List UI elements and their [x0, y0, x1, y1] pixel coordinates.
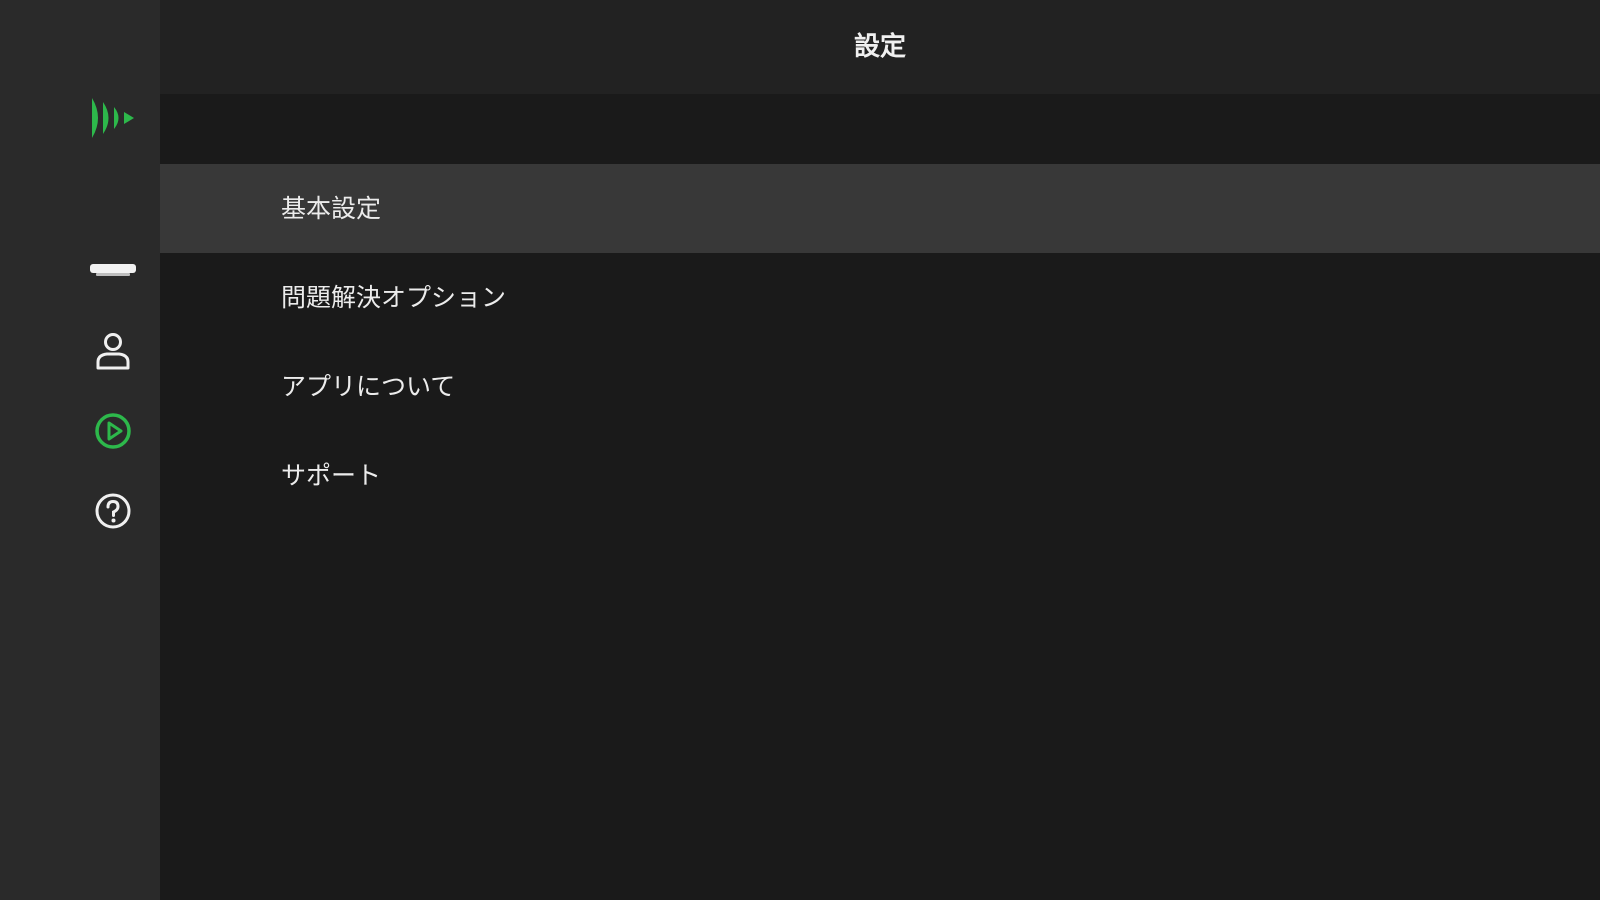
settings-menu: 基本設定 問題解決オプション アプリについて サポート	[160, 164, 1600, 520]
app-window: 設定 基本設定 問題解決オプション アプリについて サポート	[0, 0, 1600, 900]
top-bar: 設定	[160, 0, 1600, 94]
header-spacer	[160, 94, 1600, 164]
menu-item-troubleshooting-options[interactable]: 問題解決オプション	[160, 253, 1600, 342]
play-circle-icon[interactable]	[88, 406, 138, 456]
app-logo-icon	[90, 96, 138, 140]
menu-item-basic-settings[interactable]: 基本設定	[160, 164, 1600, 253]
menu-item-support[interactable]: サポート	[160, 431, 1600, 520]
user-icon[interactable]	[88, 326, 138, 376]
help-icon[interactable]	[88, 486, 138, 536]
sidebar	[0, 0, 160, 900]
device-icon[interactable]	[88, 245, 138, 295]
page-title: 設定	[853, 32, 906, 62]
menu-item-about-app[interactable]: アプリについて	[160, 342, 1600, 431]
